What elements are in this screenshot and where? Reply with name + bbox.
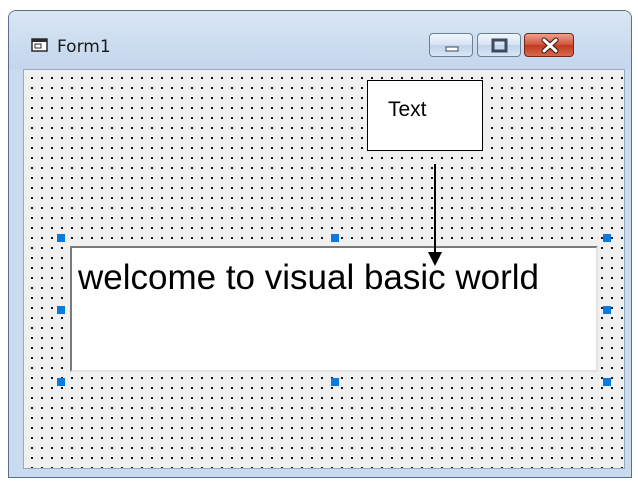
text-box-value: welcome to visual basic world bbox=[78, 258, 540, 297]
form1-window: Form1 bbox=[8, 10, 632, 478]
maximize-icon bbox=[491, 38, 508, 53]
form-icon bbox=[31, 37, 49, 53]
close-icon bbox=[541, 37, 559, 54]
maximize-button[interactable] bbox=[477, 33, 521, 57]
annotation-arrow bbox=[428, 164, 442, 266]
annotation-label: Text bbox=[388, 98, 427, 121]
resize-handle-bottom-right[interactable] bbox=[603, 378, 611, 386]
annotation-callout: Text bbox=[367, 80, 483, 151]
resize-handle-bottom[interactable] bbox=[331, 378, 339, 386]
title-bar[interactable]: Form1 bbox=[9, 11, 631, 69]
resize-handle-right[interactable] bbox=[603, 306, 611, 314]
text-box[interactable]: welcome to visual basic world bbox=[70, 246, 598, 372]
window-title: Form1 bbox=[57, 37, 111, 57]
resize-handle-top-left[interactable] bbox=[57, 234, 65, 242]
minimize-icon bbox=[445, 46, 459, 52]
resize-handle-top[interactable] bbox=[331, 234, 339, 242]
close-button[interactable] bbox=[524, 33, 574, 57]
resize-handle-bottom-left[interactable] bbox=[57, 378, 65, 386]
resize-handle-top-right[interactable] bbox=[603, 234, 611, 242]
minimize-button[interactable] bbox=[429, 33, 473, 57]
resize-handle-left[interactable] bbox=[57, 306, 65, 314]
